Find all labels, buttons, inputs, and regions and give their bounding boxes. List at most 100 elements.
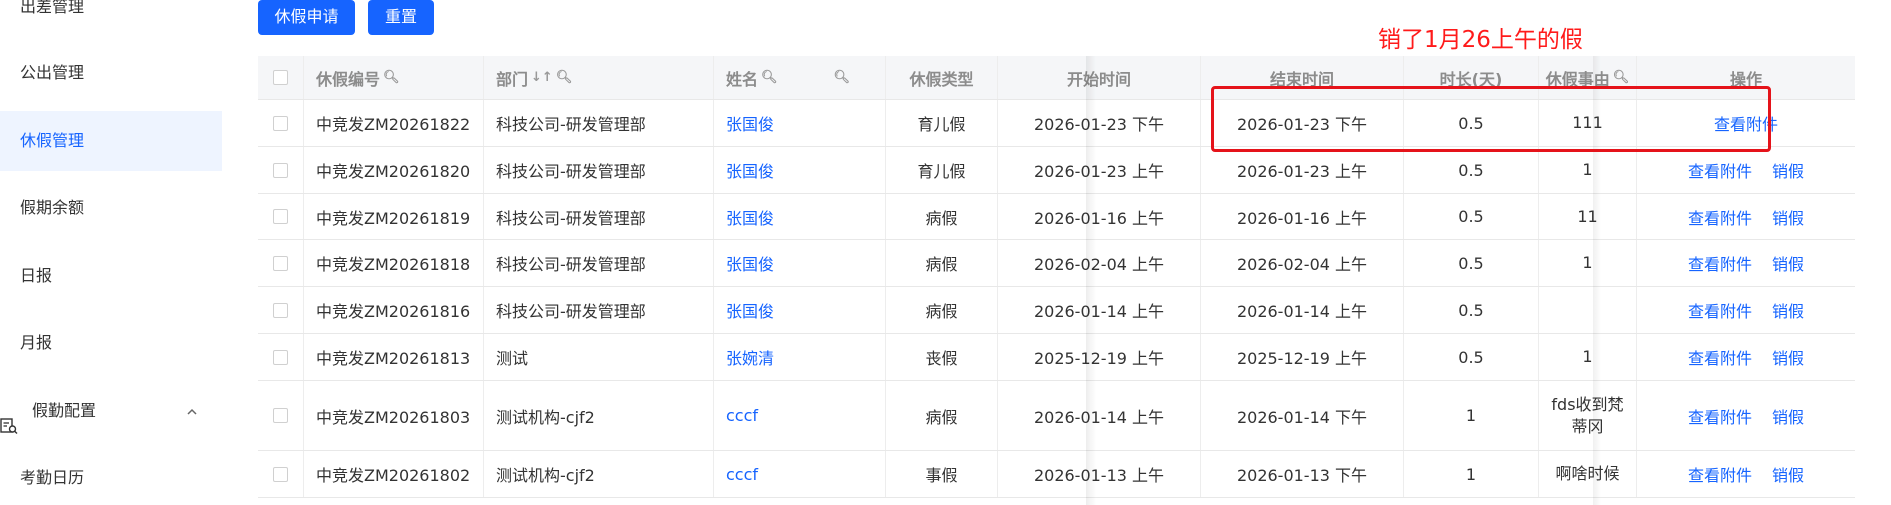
cell-text: 2026-01-16 上午 xyxy=(1033,208,1165,228)
cell-text: 2025-12-19 上午 xyxy=(1236,349,1368,368)
view-attachment-link[interactable]: 查看附件 xyxy=(1714,111,1778,135)
cell-text: 科技公司-研发管理部 xyxy=(496,302,646,321)
cell-text: 2026-01-14 下午 xyxy=(1236,407,1368,427)
search-icon[interactable]: 🔍︎ xyxy=(556,70,573,85)
sort-icon[interactable]: ↓↑ xyxy=(531,70,553,85)
header-operations: 操作 xyxy=(1729,69,1762,89)
table-row: 中竞发ZM20261818 科技公司-研发管理部 张国俊 病假 2026-02-04 上… xyxy=(258,240,1855,287)
row-select-cell xyxy=(258,100,304,146)
cell-text: 事假 xyxy=(925,466,958,485)
row-checkbox[interactable] xyxy=(273,255,288,271)
sidebar-item-daily-report[interactable]: 日报 xyxy=(0,246,222,306)
cell-id: 中竞发ZM20261803 xyxy=(304,381,484,450)
cell-text: 1 xyxy=(1582,160,1593,179)
employee-name-link[interactable]: cccf xyxy=(726,465,758,484)
cancel-leave-link[interactable]: 销假 xyxy=(1772,345,1804,369)
cell-dept: 科技公司-研发管理部 xyxy=(484,100,714,146)
view-attachment-link[interactable]: 查看附件 xyxy=(1688,345,1752,369)
view-attachment-link[interactable]: 查看附件 xyxy=(1688,298,1752,322)
view-attachment-link[interactable]: 查看附件 xyxy=(1688,251,1752,275)
cell-text: 0.5 xyxy=(1458,113,1484,133)
header-leave-id: 休假编号 🔍︎ xyxy=(304,56,484,99)
cell-text: 育儿假 xyxy=(917,162,966,181)
cell-text: 中竞发ZM20261818 xyxy=(316,255,471,274)
leave-apply-button[interactable]: 休假申请 xyxy=(258,0,355,35)
row-operations: 查看附件 销假 xyxy=(1637,240,1855,286)
cancel-leave-link[interactable]: 销假 xyxy=(1772,298,1804,322)
cell-text: 2026-01-23 下午 xyxy=(1236,115,1368,134)
row-checkbox[interactable] xyxy=(273,209,288,224)
cell-dept: 科技公司-研发管理部 xyxy=(484,287,714,333)
reset-button[interactable]: 重置 xyxy=(368,0,434,35)
cancel-leave-link[interactable]: 销假 xyxy=(1772,205,1804,229)
cell-text: 中竞发ZM20261802 xyxy=(316,466,471,485)
cell-reason xyxy=(1539,287,1637,333)
header-select-all[interactable] xyxy=(258,56,304,99)
sidebar-item-monthly-report[interactable]: 月报 xyxy=(0,313,222,373)
cell-text: 1 xyxy=(1465,464,1477,484)
view-attachment-link[interactable]: 查看附件 xyxy=(1688,462,1752,486)
search-icon[interactable]: 🔍︎ xyxy=(1613,70,1630,85)
cancel-leave-link[interactable]: 销假 xyxy=(1772,404,1804,428)
cell-start: 2026-01-14 上午 xyxy=(998,287,1201,333)
select-all-checkbox[interactable] xyxy=(273,70,288,85)
employee-name-link[interactable]: cccf xyxy=(726,406,758,425)
employee-name-link[interactable]: 张国俊 xyxy=(726,251,774,275)
employee-name-link[interactable]: 张国俊 xyxy=(726,158,774,182)
cell-dept: 测试 xyxy=(484,334,714,380)
row-checkbox[interactable] xyxy=(273,302,288,318)
employee-name-link[interactable]: 张婉清 xyxy=(726,345,774,369)
cell-end: 2026-01-13 下午 xyxy=(1201,451,1404,497)
employee-name-link[interactable]: 张国俊 xyxy=(726,205,774,229)
cancel-leave-link[interactable]: 销假 xyxy=(1772,251,1804,275)
header-end-time: 结束时间 xyxy=(1201,56,1404,99)
search-icon[interactable]: 🔍︎ xyxy=(383,70,400,85)
row-checkbox[interactable] xyxy=(273,349,288,365)
cell-type: 丧假 xyxy=(886,334,998,380)
row-operations: 查看附件 xyxy=(1637,100,1855,146)
table-row: 中竞发ZM20261820 科技公司-研发管理部 张国俊 育儿假 2026-01-23 … xyxy=(258,147,1855,194)
cell-text: 0.5 xyxy=(1458,300,1484,320)
annotation-text: 销了1月26上午的假 xyxy=(1378,27,1583,53)
cell-duration: 1 xyxy=(1404,381,1539,450)
employee-name-link[interactable]: 张国俊 xyxy=(726,298,774,322)
row-operations: 查看附件 销假 xyxy=(1637,451,1855,497)
cell-dept: 科技公司-研发管理部 xyxy=(484,194,714,239)
row-checkbox[interactable] xyxy=(273,466,288,482)
cell-duration: 1 xyxy=(1404,451,1539,497)
cell-text: 育儿假 xyxy=(917,115,966,134)
header-duration: 时长(天) xyxy=(1404,56,1539,99)
row-checkbox[interactable] xyxy=(273,115,288,131)
cell-duration: 0.5 xyxy=(1404,334,1539,380)
row-operations: 查看附件 销假 xyxy=(1637,381,1855,450)
cancel-leave-link[interactable]: 销假 xyxy=(1772,158,1804,182)
header-department: 部门 ↓↑ 🔍︎ xyxy=(484,56,714,99)
sidebar-group-attendance-config[interactable]: 假勤配置 xyxy=(0,383,222,439)
sidebar-item-business-trip[interactable]: 出差管理 xyxy=(0,0,222,37)
cell-start: 2026-01-23 下午 xyxy=(998,100,1201,146)
row-checkbox[interactable] xyxy=(273,162,288,178)
cell-reason: 啊啥时候 xyxy=(1539,451,1637,497)
employee-name-link[interactable]: 张国俊 xyxy=(726,111,774,135)
header-name: 姓名 🔍︎ 🔍︎ xyxy=(714,56,886,99)
cell-text: 0.5 xyxy=(1458,253,1484,273)
row-select-cell xyxy=(258,451,304,497)
view-attachment-link[interactable]: 查看附件 xyxy=(1688,158,1752,182)
sidebar-item-leave-management[interactable]: 休假管理 xyxy=(0,111,222,171)
cell-text: 2026-02-04 上午 xyxy=(1236,255,1368,274)
cancel-leave-link[interactable]: 销假 xyxy=(1772,462,1804,486)
sidebar-item-attendance-calendar[interactable]: 考勤日历 xyxy=(0,448,222,505)
cell-end: 2026-01-16 上午 xyxy=(1201,194,1404,239)
row-checkbox[interactable] xyxy=(273,408,288,423)
cell-id: 中竞发ZM20261802 xyxy=(304,451,484,497)
search-icon[interactable]: 🔍︎ xyxy=(834,70,851,85)
view-attachment-link[interactable]: 查看附件 xyxy=(1688,205,1752,229)
table-row: 中竞发ZM20261816 科技公司-研发管理部 张国俊 病假 2026-01-14 上… xyxy=(258,287,1855,334)
row-operations: 查看附件 销假 xyxy=(1637,194,1855,239)
sidebar-item-official-out[interactable]: 公出管理 xyxy=(0,43,222,103)
view-attachment-link[interactable]: 查看附件 xyxy=(1688,404,1752,428)
sidebar-item-leave-balance[interactable]: 假期余额 xyxy=(0,178,222,238)
cell-text: 中竞发ZM20261813 xyxy=(316,349,471,368)
search-icon[interactable]: 🔍︎ xyxy=(761,70,778,85)
cell-text: 2026-02-04 上午 xyxy=(1033,255,1165,274)
